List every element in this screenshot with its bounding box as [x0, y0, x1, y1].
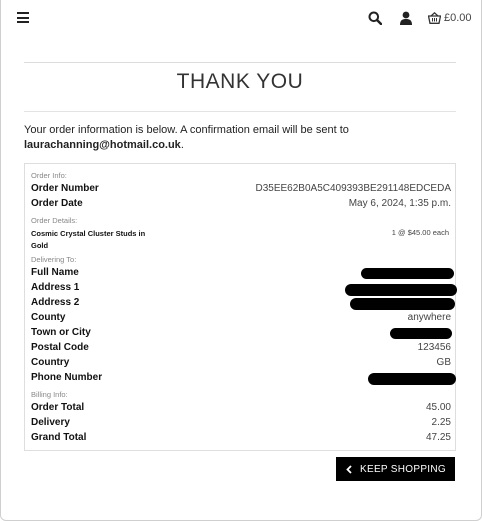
order-number-value: D35EE62B0A5C409393BE291148EDCEDA — [255, 183, 451, 194]
redacted-phone — [368, 373, 456, 385]
town-label: Town or City — [31, 327, 91, 338]
order-date-value: May 6, 2024, 1:35 p.m. — [348, 198, 451, 209]
billing-heading: Billing Info: — [31, 390, 68, 399]
redacted-full-name — [361, 268, 454, 279]
user-icon[interactable] — [399, 11, 413, 25]
order-number-row: Order Number D35EE62B0A5C409393BE291148E… — [31, 183, 451, 194]
country-row: Country GB — [31, 357, 451, 368]
postal-code-label: Postal Code — [31, 342, 89, 353]
menu-icon[interactable] — [17, 12, 29, 23]
page-title: THANK YOU — [176, 70, 304, 93]
delivery-value: 2.25 — [431, 417, 451, 428]
redacted-address2 — [350, 298, 455, 310]
basket-link[interactable]: £0.00 — [428, 10, 472, 26]
order-number-label: Order Number — [31, 183, 99, 194]
address1-label: Address 1 — [31, 282, 80, 293]
order-details-heading: Order Details: — [31, 216, 78, 225]
phone-label: Phone Number — [31, 372, 103, 383]
country-label: Country — [31, 357, 70, 368]
postal-code-row: Postal Code 123456 — [31, 342, 451, 353]
order-total-value: 45.00 — [425, 402, 451, 413]
county-label: County — [31, 312, 66, 323]
postal-code-value: 123456 — [417, 342, 451, 353]
chevron-left-icon — [346, 464, 352, 474]
basket-icon — [428, 12, 441, 24]
basket-total: £0.00 — [444, 12, 472, 24]
intro-message: Your order information is below. A confi… — [24, 123, 464, 153]
delivery-label: Delivery — [31, 417, 70, 428]
order-total-row: Order Total 45.00 — [31, 402, 451, 413]
redacted-address1 — [345, 284, 457, 296]
delivery-row: Delivery 2.25 — [31, 417, 451, 428]
country-value: GB — [436, 357, 451, 368]
county-row: County anywhere — [31, 312, 451, 323]
keep-shopping-label: KEEP SHOPPING — [360, 463, 446, 475]
intro-text: Your order information is below. A confi… — [24, 124, 349, 136]
grand-total-value: 47.25 — [425, 432, 451, 443]
town-row: Town or City — [31, 327, 451, 338]
county-value: anywhere — [407, 312, 451, 323]
keep-shopping-button[interactable]: KEEP SHOPPING — [336, 457, 455, 481]
order-date-row: Order Date May 6, 2024, 1:35 p.m. — [31, 198, 451, 209]
grand-total-row: Grand Total 47.25 — [31, 432, 451, 443]
order-info-heading: Order Info: — [31, 171, 67, 180]
header-divider — [24, 62, 456, 63]
delivering-heading: Delivering To: — [31, 255, 77, 264]
email-suffix: . — [180, 139, 184, 151]
address2-label: Address 2 — [31, 297, 80, 308]
order-summary-card: Order Info: Order Number D35EE62B0A5C409… — [24, 163, 457, 451]
top-navbar: £0.00 — [0, 0, 482, 34]
product-quantity-price: 1 @ $45.00 each — [391, 228, 449, 237]
order-total-label: Order Total — [31, 402, 85, 413]
redacted-town — [390, 328, 452, 339]
grand-total-label: Grand Total — [31, 432, 87, 443]
title-divider — [24, 111, 456, 112]
product-name: Cosmic Crystal Cluster Studs in Gold — [31, 229, 146, 250]
customer-email: laurachanning@hotmail.co.uk — [24, 139, 181, 151]
full-name-label: Full Name — [31, 267, 79, 278]
order-date-label: Order Date — [31, 198, 83, 209]
search-icon[interactable] — [368, 11, 382, 25]
